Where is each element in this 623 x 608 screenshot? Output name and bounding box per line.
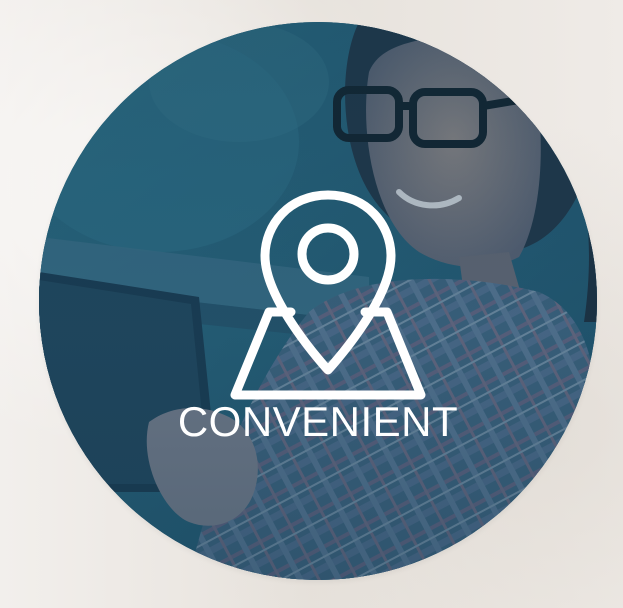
- convenient-badge: CONVENIENT: [39, 22, 597, 580]
- map-pin-icon: [230, 190, 426, 400]
- badge-label: CONVENIENT: [177, 398, 459, 445]
